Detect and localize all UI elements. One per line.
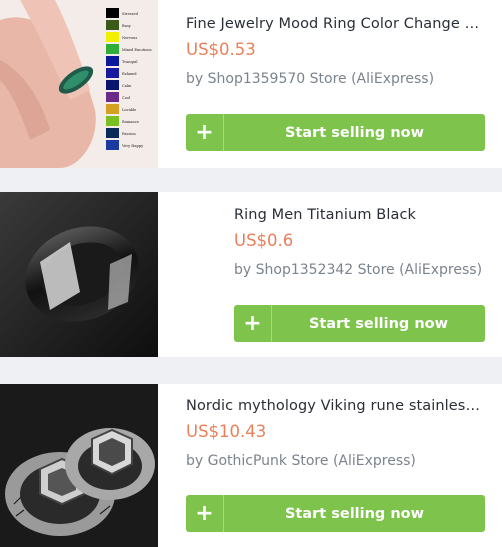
start-selling-label: Start selling now (284, 124, 425, 141)
black-titanium-ring-image (0, 192, 158, 357)
product-title[interactable]: Ring Men Titanium Black (234, 207, 494, 223)
start-selling-button[interactable]: + Start selling now (186, 114, 485, 151)
plus-icon: + (186, 114, 224, 151)
product-info: Ring Men Titanium Black US$0.6 by Shop13… (234, 207, 494, 278)
start-selling-button[interactable]: + Start selling now (186, 495, 485, 532)
svg-text:Very Happy: Very Happy (121, 144, 144, 148)
svg-text:Lovable: Lovable (122, 108, 136, 112)
product-price: US$0.6 (234, 231, 294, 250)
product-price: US$0.53 (186, 40, 256, 59)
product-image[interactable]: Stressed Busy Nervous Mixed Emotions Tra… (0, 0, 158, 168)
product-store: by Shop1352342 Store (AliExpress) (234, 262, 483, 278)
svg-text:Calm: Calm (122, 84, 132, 88)
product-list: Stressed Busy Nervous Mixed Emotions Tra… (0, 0, 502, 547)
product-title[interactable]: Nordic mythology Viking rune stainless .… (186, 398, 486, 414)
start-selling-label: Start selling now (308, 315, 449, 332)
product-store: by GothicPunk Store (AliExpress) (186, 453, 416, 469)
svg-text:Passion: Passion (122, 132, 136, 136)
product-image[interactable] (0, 384, 158, 547)
svg-text:Relaxed: Relaxed (122, 72, 137, 76)
product-info: Nordic mythology Viking rune stainless .… (186, 398, 486, 469)
viking-rune-rings-image (0, 384, 158, 547)
product-image[interactable] (0, 192, 158, 357)
svg-text:Cool: Cool (122, 96, 131, 100)
svg-text:Stressed: Stressed (122, 12, 139, 16)
svg-text:Tranquil: Tranquil (122, 60, 138, 64)
svg-text:Mixed Emotions: Mixed Emotions (122, 48, 152, 52)
product-title[interactable]: Fine Jewelry Mood Ring Color Change E... (186, 16, 486, 32)
svg-text:Romance: Romance (122, 120, 139, 124)
start-selling-label: Start selling now (284, 505, 425, 522)
plus-icon: + (186, 495, 224, 532)
start-selling-button[interactable]: + Start selling now (234, 305, 485, 342)
product-price: US$10.43 (186, 422, 267, 441)
plus-icon: + (234, 305, 272, 342)
svg-text:Busy: Busy (122, 24, 132, 28)
svg-text:Nervous: Nervous (122, 36, 137, 40)
product-store: by Shop1359570 Store (AliExpress) (186, 71, 435, 87)
mood-ring-hand-image: Stressed Busy Nervous Mixed Emotions Tra… (0, 0, 158, 168)
product-info: Fine Jewelry Mood Ring Color Change E...… (186, 16, 486, 87)
